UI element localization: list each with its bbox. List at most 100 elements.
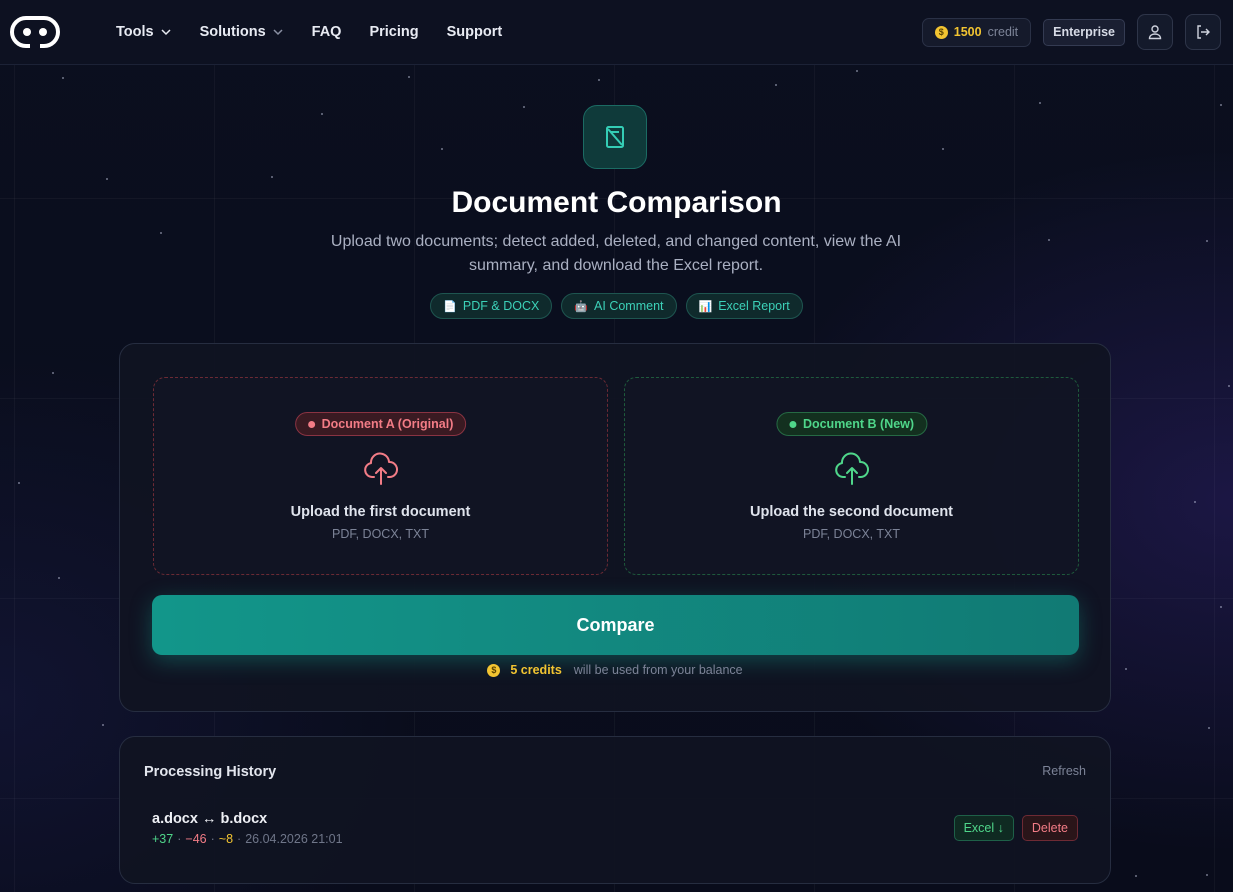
delete-button[interactable]: Delete: [1021, 815, 1078, 841]
profile-button[interactable]: [1137, 14, 1173, 50]
enterprise-button[interactable]: Enterprise: [1043, 18, 1125, 46]
background-star: [1125, 668, 1127, 670]
chip-label: PDF & DOCX: [462, 299, 540, 313]
background-star: [1194, 501, 1196, 503]
credit-label: credit: [987, 25, 1019, 39]
history-item-meta: +37 · −46 · ~8 · 26.04.2026 21:01: [152, 832, 343, 846]
background-star: [160, 232, 162, 234]
background-star: [18, 482, 20, 484]
history-timestamp: 26.04.2026 21:01: [245, 832, 343, 846]
document-a-tag: Document A (Original): [294, 412, 467, 436]
chip-pdf-docx: 📄 PDF & DOCX: [430, 293, 553, 319]
nav-tools-label: Tools: [116, 24, 154, 40]
nav-faq-label: FAQ: [311, 24, 342, 40]
background-star: [102, 724, 104, 726]
background-star: [1135, 875, 1137, 877]
logout-button[interactable]: [1185, 14, 1221, 50]
cloud-upload-icon: [363, 452, 398, 485]
chip-ai-comment: 🤖 AI Comment: [561, 293, 677, 319]
meta-separator: ·: [237, 832, 242, 846]
cost-amount: 5 credits: [510, 663, 562, 677]
dropzone-document-a[interactable]: Document A (Original) Upload the first d…: [153, 377, 608, 575]
logout-icon: [1197, 25, 1210, 39]
deleted-count: −46: [185, 832, 207, 846]
background-star: [58, 577, 60, 579]
main-nav: Tools Solutions FAQ Pricing Support: [116, 0, 502, 64]
nav-tools[interactable]: Tools: [116, 24, 172, 40]
changed-count: ~8: [218, 832, 234, 846]
background-star: [523, 106, 525, 108]
document-icon: 📄: [443, 300, 457, 313]
background-star: [1208, 727, 1210, 729]
history-item-actions: Excel ↓ Delete: [953, 815, 1078, 841]
nav-solutions-label: Solutions: [199, 24, 266, 40]
cloud-upload-icon: [834, 452, 869, 485]
cost-text: will be used from your balance: [573, 663, 743, 677]
nav-pricing-label: Pricing: [369, 24, 419, 40]
added-count: +37: [152, 832, 174, 846]
nav-pricing[interactable]: Pricing: [369, 24, 418, 40]
background-star: [1048, 239, 1050, 241]
background-star: [1206, 874, 1208, 876]
background-star: [1220, 104, 1222, 106]
history-title: Processing History: [144, 764, 277, 780]
top-navbar: Tools Solutions FAQ Pricing Support $ 15…: [0, 0, 1233, 65]
document-b-tag: Document B (New): [775, 412, 928, 436]
meta-separator: ·: [210, 832, 215, 846]
status-dot: [788, 420, 796, 428]
background-star: [1228, 385, 1230, 387]
coin-icon: $: [934, 25, 948, 39]
page-subtitle: Upload two documents; detect added, dele…: [330, 233, 902, 274]
processing-history-card: Processing History Refresh a.docx ↔ b.do…: [119, 736, 1111, 884]
comparison-card: Document A (Original) Upload the first d…: [119, 343, 1111, 712]
background-star: [441, 148, 443, 150]
dropzone-b-formats: PDF, DOCX, TXT: [802, 527, 900, 541]
dropzone-a-title: Upload the first document: [290, 504, 471, 520]
document-slash-icon: [606, 126, 624, 148]
nav-solutions[interactable]: Solutions: [200, 24, 284, 40]
background-star: [271, 176, 273, 178]
background-star: [598, 79, 600, 81]
chevron-down-icon: [273, 29, 283, 36]
excel-download-button[interactable]: Excel ↓: [953, 815, 1014, 841]
background-star: [942, 148, 944, 150]
dropzone-a-formats: PDF, DOCX, TXT: [331, 527, 429, 541]
background-star: [52, 372, 54, 374]
background-star: [1206, 240, 1208, 242]
user-icon: [1148, 25, 1162, 40]
dropzone-b-title: Upload the second document: [749, 504, 953, 520]
status-dot: [307, 420, 315, 428]
document-a-tag-label: Document A (Original): [321, 417, 454, 431]
background-star: [321, 113, 323, 115]
robot-icon: 🤖: [574, 300, 589, 313]
compare-button[interactable]: Compare: [152, 595, 1079, 655]
credit-amount: 1500: [953, 25, 982, 39]
nav-support[interactable]: Support: [447, 24, 503, 40]
chip-label: Excel Report: [718, 299, 790, 313]
refresh-button[interactable]: Refresh: [1042, 764, 1086, 778]
document-b-tag-label: Document B (New): [802, 417, 915, 431]
feature-chips: 📄 PDF & DOCX 🤖 AI Comment 📊 Excel Report: [0, 293, 1233, 319]
logo-icon[interactable]: [10, 16, 60, 48]
header-actions: $ 1500 credit Enterprise: [921, 14, 1221, 50]
nav-support-label: Support: [446, 24, 503, 40]
background-star: [1039, 102, 1041, 104]
dropzone-document-b[interactable]: Document B (New) Upload the second docum…: [624, 377, 1079, 575]
document-compare-icon: [583, 105, 647, 169]
chip-label: AI Comment: [594, 299, 664, 313]
history-item-name: a.docx ↔ b.docx: [152, 811, 268, 827]
page-title: Document Comparison: [451, 186, 782, 219]
background-star: [775, 84, 777, 86]
meta-separator: ·: [177, 832, 182, 846]
background-star: [856, 70, 858, 72]
chip-excel-report: 📊 Excel Report: [685, 293, 803, 319]
credit-cost-note: $ 5 credits will be used from your balan…: [120, 663, 1110, 677]
credit-balance[interactable]: $ 1500 credit: [921, 17, 1032, 47]
bar-chart-icon: 📊: [698, 300, 713, 313]
background-star: [1220, 606, 1222, 608]
background-star: [62, 77, 64, 79]
nav-faq[interactable]: FAQ: [312, 24, 342, 40]
coin-icon: $: [487, 663, 501, 677]
background-star: [106, 178, 108, 180]
chevron-down-icon: [161, 29, 171, 36]
